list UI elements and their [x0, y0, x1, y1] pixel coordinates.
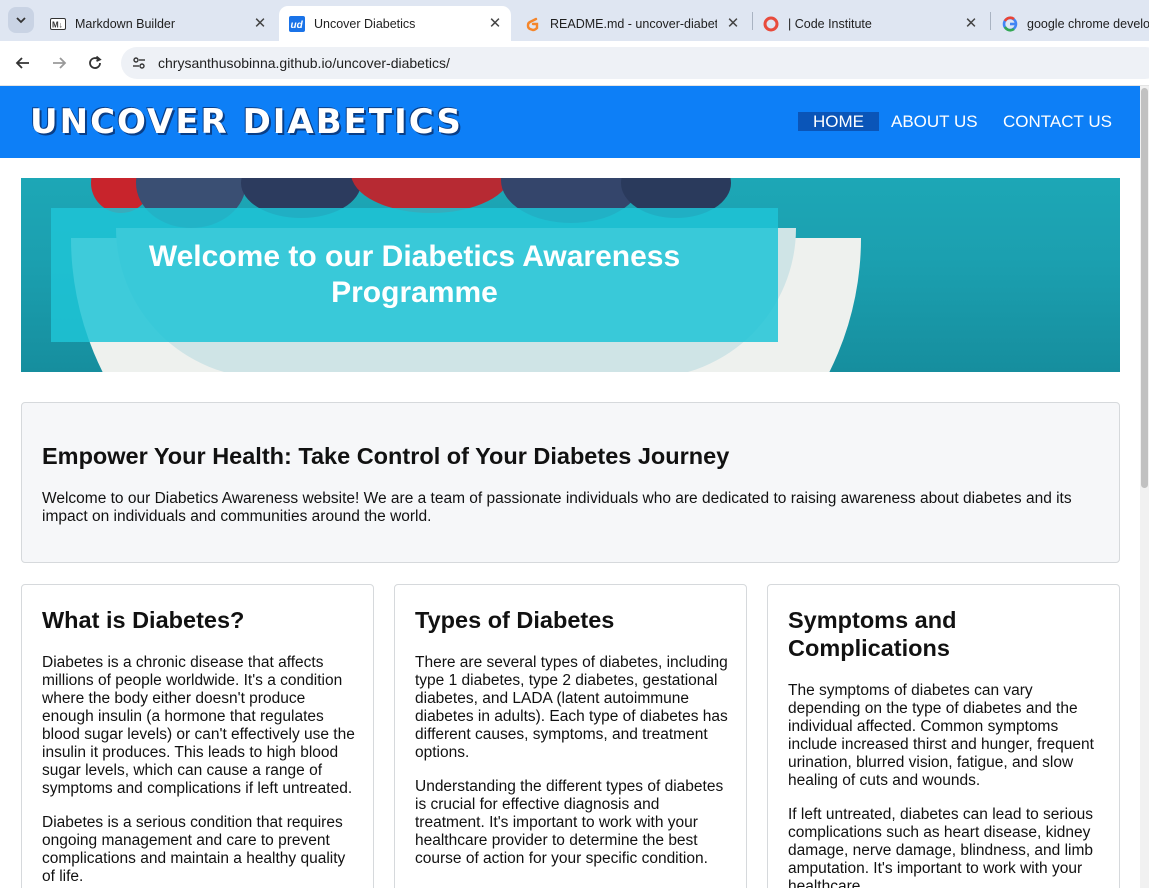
close-icon[interactable]: ✕	[963, 15, 979, 32]
hero-title: Welcome to our Diabetics Awareness Progr…	[148, 240, 681, 309]
tab-title: README.md - uncover-diabetics	[550, 16, 717, 31]
google-icon	[1002, 15, 1018, 32]
svg-text:M↓: M↓	[52, 20, 63, 29]
card-body: The symptoms of diabetes can vary depend…	[788, 682, 1106, 888]
browser-toolbar: chrysanthusobinna.github.io/uncover-diab…	[0, 41, 1149, 86]
site-header: UNCOVER DIABETICS HOME ABOUT US CONTACT …	[0, 86, 1140, 158]
card-body: There are several types of diabetes, inc…	[415, 654, 733, 884]
forward-button[interactable]	[45, 49, 73, 77]
browser-tab-strip: M↓ Markdown Builder ✕ ud Uncover Diabeti…	[0, 0, 1149, 41]
arrow-left-icon	[15, 57, 29, 69]
tab-title: Uncover Diabetics	[314, 16, 416, 31]
site-info-icon[interactable]	[129, 53, 149, 73]
address-bar[interactable]: chrysanthusobinna.github.io/uncover-diab…	[121, 47, 1149, 79]
reload-icon	[89, 55, 102, 69]
tab-uncover-diabetics[interactable]: ud Uncover Diabetics ✕	[279, 6, 511, 41]
card-paragraph: Diabetes is a serious condition that req…	[42, 814, 346, 885]
card-what-is-diabetes: What is Diabetes? Diabetes is a chronic …	[21, 584, 374, 888]
card-heading: What is Diabetes?	[42, 607, 245, 633]
nav-about-us[interactable]: ABOUT US	[891, 112, 978, 131]
card-types-of-diabetes: Types of Diabetes There are several type…	[394, 584, 747, 888]
tab-markdown-builder[interactable]: M↓ Markdown Builder ✕	[40, 6, 276, 41]
card-paragraph: Understanding the different types of dia…	[415, 778, 724, 867]
hero-banner: Welcome to our Diabetics Awareness Progr…	[21, 178, 1120, 372]
card-paragraph: The symptoms of diabetes can vary depend…	[788, 682, 1094, 789]
tab-title: google chrome developer tools	[1027, 16, 1149, 31]
tab-search-button[interactable]	[8, 7, 34, 33]
reload-button[interactable]	[81, 49, 109, 77]
back-button[interactable]	[9, 49, 37, 77]
gitpod-icon	[525, 16, 541, 32]
nav-contact-us[interactable]: CONTACT US	[1003, 112, 1112, 131]
page-scrollbar[interactable]	[1140, 86, 1149, 888]
ud-icon: ud	[289, 15, 305, 32]
card-paragraph: There are several types of diabetes, inc…	[415, 654, 728, 761]
tab-separator	[990, 12, 991, 30]
tab-title: | Code Institute	[788, 16, 872, 31]
tab-readme[interactable]: README.md - uncover-diabetics ✕	[515, 6, 749, 41]
close-icon[interactable]: ✕	[487, 15, 503, 32]
card-paragraph: Diabetes is a chronic disease that affec…	[42, 654, 355, 797]
url-text: chrysanthusobinna.github.io/uncover-diab…	[158, 55, 450, 71]
nav-home[interactable]: HOME	[798, 112, 879, 131]
close-icon[interactable]: ✕	[252, 15, 268, 32]
card-body: Diabetes is a chronic disease that affec…	[42, 654, 360, 888]
svg-text:ud: ud	[291, 20, 304, 31]
card-heading: Symptoms and Complications	[788, 607, 957, 661]
card-heading: Types of Diabetes	[415, 607, 615, 633]
code-institute-icon	[763, 16, 779, 32]
chevron-down-icon	[16, 17, 26, 24]
welcome-box: Welcome to our Diabetics Awareness Progr…	[51, 208, 778, 342]
site-logo[interactable]: UNCOVER DIABETICS	[30, 102, 463, 142]
page-viewport: UNCOVER DIABETICS HOME ABOUT US CONTACT …	[0, 86, 1140, 888]
intro-text: Welcome to our Diabetics Awareness websi…	[42, 490, 1072, 525]
arrow-right-icon	[53, 57, 67, 69]
tab-google-search[interactable]: google chrome developer tools	[992, 6, 1149, 41]
card-symptoms-and-complications: Symptoms and Complications The symptoms …	[767, 584, 1120, 888]
tab-code-institute[interactable]: | Code Institute ✕	[753, 6, 987, 41]
intro-heading: Empower Your Health: Take Control of You…	[42, 443, 730, 469]
intro-card: Empower Your Health: Take Control of You…	[21, 402, 1120, 563]
markdown-icon: M↓	[50, 16, 66, 32]
card-paragraph: If left untreated, diabetes can lead to …	[788, 806, 1094, 888]
close-icon[interactable]: ✕	[725, 15, 741, 32]
scrollbar-thumb[interactable]	[1141, 88, 1148, 488]
tab-title: Markdown Builder	[75, 16, 176, 31]
